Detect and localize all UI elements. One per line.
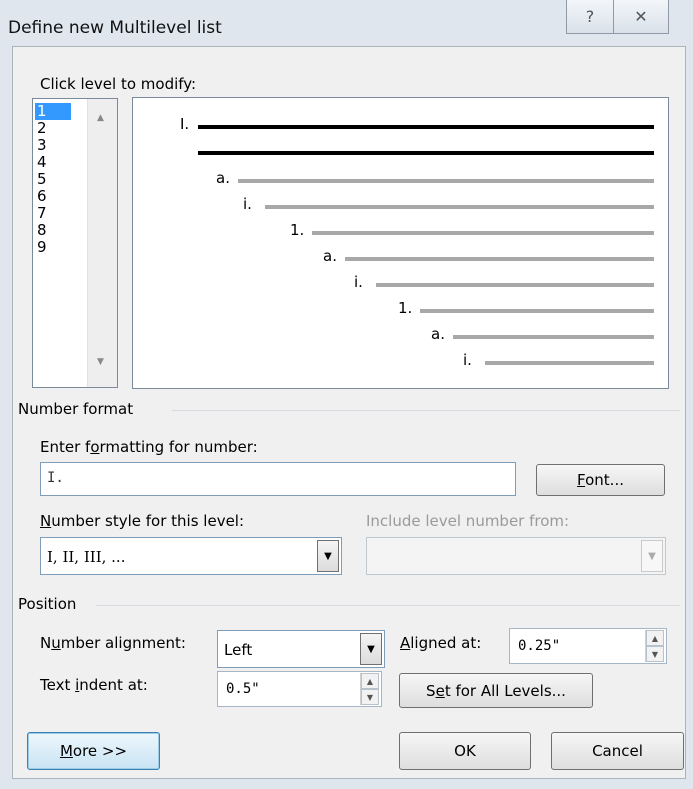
ok-button[interactable]: OK xyxy=(399,732,531,770)
preview-text-line xyxy=(198,151,654,155)
preview-number-label: a. xyxy=(323,247,337,265)
spin-up-icon[interactable]: ▲ xyxy=(361,673,379,689)
set-for-all-levels-label: Set for All Levels... xyxy=(426,681,566,700)
level-item-5[interactable]: 5 xyxy=(35,171,71,188)
include-level-combo[interactable]: ▼ xyxy=(366,537,666,575)
number-style-combo[interactable]: I, II, III, ... ▼ xyxy=(40,537,342,575)
section-divider xyxy=(172,410,680,411)
preview-number-label: i. xyxy=(243,195,252,213)
text-indent-value: 0.5" xyxy=(226,681,260,697)
include-level-label: Include level number from: xyxy=(366,512,570,530)
preview-text-line xyxy=(453,335,654,339)
scroll-up-icon[interactable]: ▲ xyxy=(97,113,104,123)
preview-number-label: 1. xyxy=(398,299,413,317)
level-item-3[interactable]: 3 xyxy=(35,137,71,154)
aligned-at-value: 0.25" xyxy=(518,638,561,654)
preview-text-line xyxy=(376,283,654,287)
preview-number-label: a. xyxy=(431,325,445,343)
chevron-down-icon[interactable]: ▼ xyxy=(641,540,663,572)
number-alignment-value: Left xyxy=(224,641,253,659)
close-icon: ✕ xyxy=(634,7,648,26)
dialog-title: Define new Multilevel list xyxy=(8,18,222,38)
number-style-value: I, II, III, ... xyxy=(47,548,126,566)
enter-formatting-label: Enter formatting for number: xyxy=(40,438,258,456)
chevron-down-icon[interactable]: ▼ xyxy=(317,540,339,572)
preview-text-line xyxy=(238,179,654,183)
level-listbox[interactable]: 123456789 ▲ ▼ xyxy=(32,98,118,388)
level-item-7[interactable]: 7 xyxy=(35,205,71,222)
preview-number-label: 1. xyxy=(290,221,305,239)
scroll-down-icon[interactable]: ▼ xyxy=(97,357,104,367)
number-format-input[interactable]: I. xyxy=(40,462,516,496)
chevron-down-icon[interactable]: ▼ xyxy=(360,633,382,665)
preview-text-line xyxy=(265,205,654,209)
preview-text-line xyxy=(485,361,654,365)
spin-up-icon[interactable]: ▲ xyxy=(646,630,664,646)
font-button[interactable]: Font... xyxy=(536,464,665,496)
preview-number-label: i. xyxy=(463,351,472,369)
level-item-4[interactable]: 4 xyxy=(35,154,71,171)
title-bar: Define new Multilevel list ? ✕ xyxy=(0,0,693,44)
text-indent-spinner[interactable]: 0.5" ▲ ▼ xyxy=(217,671,382,707)
aligned-at-spinner[interactable]: 0.25" ▲ ▼ xyxy=(509,628,667,664)
level-item-2[interactable]: 2 xyxy=(35,120,71,137)
position-heading: Position xyxy=(18,595,77,613)
preview-number-label: a. xyxy=(216,169,230,187)
number-format-heading: Number format xyxy=(18,400,134,418)
level-item-1[interactable]: 1 xyxy=(35,103,71,120)
level-item-9[interactable]: 9 xyxy=(35,239,71,256)
text-indent-label: Text indent at: xyxy=(40,676,148,694)
ok-button-label: OK xyxy=(454,742,476,760)
preview-text-line xyxy=(420,309,654,313)
preview-number-label: i. xyxy=(354,273,363,291)
preview-text-line xyxy=(312,231,654,235)
help-button[interactable]: ? xyxy=(566,0,614,34)
more-button-label: More >> xyxy=(59,742,128,760)
more-button[interactable]: More >> xyxy=(27,732,160,770)
section-divider xyxy=(96,605,680,606)
number-alignment-combo[interactable]: Left ▼ xyxy=(217,630,385,668)
aligned-at-label: Aligned at: xyxy=(400,634,482,652)
level-scrollbar[interactable]: ▲ ▼ xyxy=(87,99,117,387)
set-for-all-levels-button[interactable]: Set for All Levels... xyxy=(399,673,593,708)
spin-down-icon[interactable]: ▼ xyxy=(646,646,664,662)
spin-down-icon[interactable]: ▼ xyxy=(361,689,379,705)
number-style-label: Number style for this level: xyxy=(40,512,245,530)
list-preview: I. a. i. 1. a. i. 1. a. i. xyxy=(132,97,669,389)
number-alignment-label: Number alignment: xyxy=(40,634,186,652)
font-button-label: Font... xyxy=(577,471,624,489)
cancel-button[interactable]: Cancel xyxy=(551,732,684,770)
cancel-button-label: Cancel xyxy=(592,742,643,760)
preview-number-label: I. xyxy=(180,115,190,133)
help-icon: ? xyxy=(585,7,595,26)
level-item-8[interactable]: 8 xyxy=(35,222,71,239)
level-picker-label: Click level to modify: xyxy=(40,75,197,93)
preview-text-line xyxy=(198,125,654,129)
close-button[interactable]: ✕ xyxy=(613,0,669,34)
preview-text-line xyxy=(345,257,654,261)
level-item-6[interactable]: 6 xyxy=(35,188,71,205)
